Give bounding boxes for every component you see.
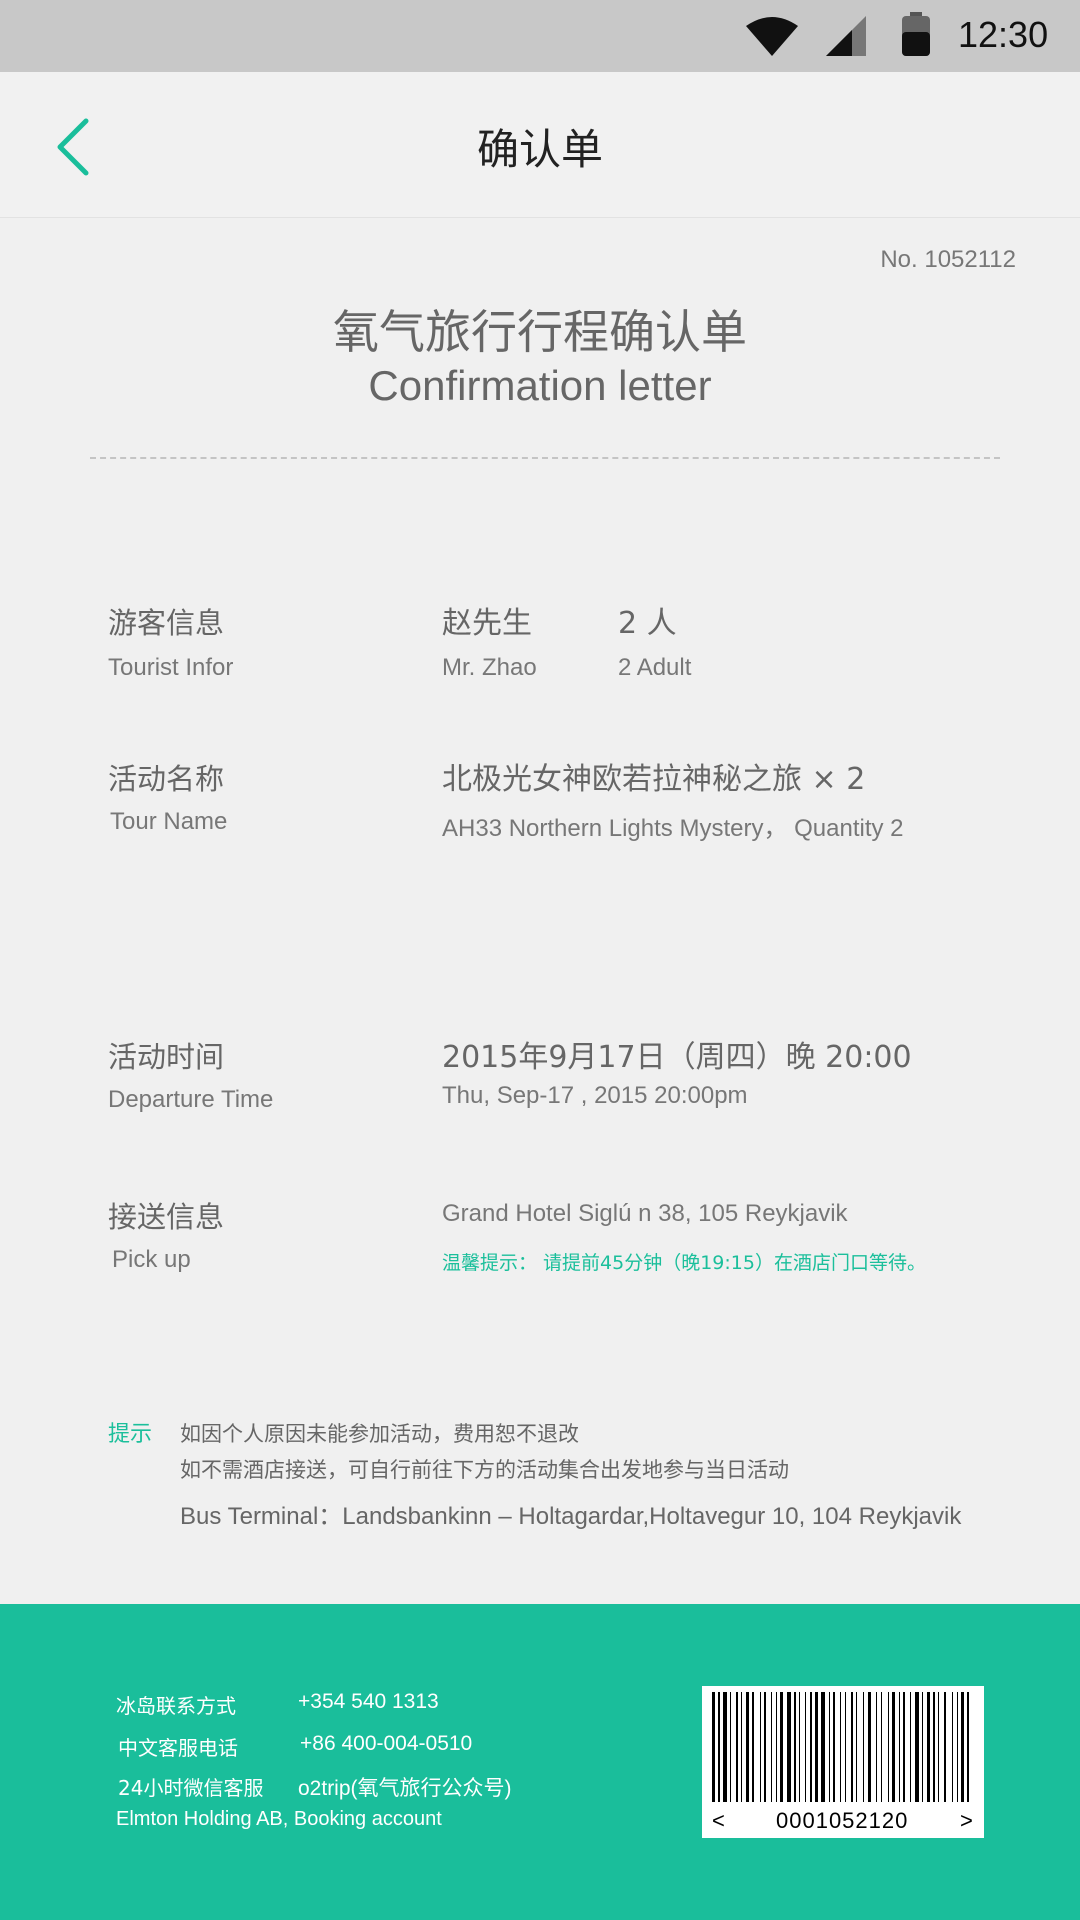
departure-value-en: Thu, Sep-17 , 2015 20:00pm	[442, 1082, 748, 1109]
tips-line-1: 如因个人原因未能参加活动，费用恕不退改	[180, 1422, 579, 1446]
barcode-right-marker: >	[960, 1808, 973, 1833]
barcode-bar	[938, 1692, 939, 1802]
barcode-bar	[840, 1692, 841, 1802]
barcode-bar	[967, 1692, 969, 1802]
barcode-bar	[764, 1692, 766, 1802]
barcode-bar	[760, 1692, 761, 1802]
tips-line-3: Bus Terminal：Landsbankinn – Holtagardar,…	[180, 1503, 962, 1530]
barcode-bar	[787, 1692, 791, 1802]
barcode-bar	[892, 1692, 895, 1802]
barcode-bar	[856, 1692, 857, 1802]
contact-label-iceland: 冰岛联系方式	[116, 1694, 236, 1718]
barcode-bar	[944, 1692, 946, 1802]
barcode-bar	[829, 1692, 830, 1802]
barcode-bar	[752, 1692, 754, 1802]
barcode-bar	[927, 1692, 930, 1802]
company-name: Elmton Holding AB, Booking account	[116, 1808, 442, 1830]
barcode-bar	[933, 1692, 935, 1802]
tourist-name-cn: 赵先生	[442, 606, 532, 641]
document-title-cn: 氧气旅行行程确认单	[333, 305, 747, 359]
battery-icon	[902, 12, 930, 56]
contact-value-iceland[interactable]: +354 540 1313	[298, 1690, 439, 1714]
document-number: No. 1052112	[880, 246, 1016, 273]
barcode-bar	[741, 1692, 742, 1802]
document-title-en: Confirmation letter	[368, 362, 712, 409]
barcode-bar	[730, 1692, 731, 1802]
barcode-bar	[910, 1692, 911, 1802]
contact-value-cn-service[interactable]: +86 400-004-0510	[300, 1732, 472, 1756]
pickup-address: Grand Hotel Siglú n 38, 105 Reykjavik	[442, 1200, 848, 1227]
barcode-bar	[833, 1692, 835, 1802]
pickup-note: 温馨提示： 请提前45分钟（晚19:15）在酒店门口等待。	[442, 1252, 926, 1274]
page-title: 确认单	[476, 125, 603, 174]
barcode-bar	[746, 1692, 749, 1802]
barcode-bar	[876, 1692, 877, 1802]
contact-label-cn-service: 中文客服电话	[118, 1736, 238, 1760]
tips-line-2: 如不需酒店接送，可自行前往下方的活动集合出发地参与当日活动	[180, 1458, 789, 1482]
barcode-bar	[868, 1692, 871, 1802]
contact-value-wechat: o2trip(氧气旅行公众号)	[298, 1777, 512, 1800]
barcode-bar	[805, 1692, 806, 1802]
tour-label-cn: 活动名称	[108, 762, 225, 796]
departure-label-en: Departure Time	[108, 1086, 274, 1113]
tourist-label-cn: 游客信息	[108, 606, 225, 640]
tour-label-en: Tour Name	[110, 808, 228, 835]
barcode-bar	[899, 1692, 900, 1802]
barcode-bar	[776, 1692, 777, 1802]
wifi-icon	[746, 17, 798, 56]
barcode-bar	[736, 1692, 738, 1802]
barcode-bar	[821, 1692, 825, 1802]
contact-footer: 冰岛联系方式 +354 540 1313 中文客服电话 +86 400-004-…	[0, 1604, 1080, 1920]
barcode-bar	[952, 1692, 953, 1802]
status-bar: 12:30	[0, 0, 1080, 72]
tourist-count-en: 2 Adult	[618, 654, 692, 681]
barcode-bar	[712, 1692, 715, 1802]
barcode-bar	[881, 1692, 882, 1802]
barcode-left-marker: <	[712, 1808, 725, 1833]
barcode-bar	[863, 1692, 864, 1802]
dashed-divider	[90, 457, 1000, 459]
pickup-label-cn: 接送信息	[108, 1200, 225, 1234]
barcode-bar	[780, 1692, 783, 1802]
barcode-bar	[888, 1692, 889, 1802]
barcode-bar	[961, 1692, 964, 1802]
barcode-bar	[771, 1692, 772, 1802]
departure-label-cn: 活动时间	[108, 1040, 225, 1074]
tourist-count-cn: 2 人	[618, 606, 677, 641]
tips-label: 提示	[108, 1422, 153, 1447]
barcode-bar	[957, 1692, 958, 1802]
barcode-bar	[922, 1692, 923, 1802]
tour-name-en: AH33 Northern Lights Mystery， Quantity 2	[442, 815, 904, 842]
barcode-bar	[815, 1692, 818, 1802]
barcode-bars	[712, 1692, 969, 1802]
barcode-bar	[799, 1692, 800, 1802]
signal-icon	[826, 16, 866, 56]
barcode-bar	[810, 1692, 812, 1802]
tourist-name-en: Mr. Zhao	[442, 654, 537, 681]
pickup-label-en: Pick up	[112, 1246, 191, 1273]
barcode-number: 0001052120	[776, 1808, 909, 1833]
status-time: 12:30	[958, 14, 1049, 55]
barcode-bar	[794, 1692, 796, 1802]
barcode: < 0001052120 >	[702, 1686, 984, 1838]
barcode-bar	[718, 1692, 720, 1802]
tourist-label-en: Tourist Infor	[108, 654, 234, 681]
departure-value-cn: 2015年9月17日（周四）晚 20:00	[442, 1040, 912, 1075]
barcode-bar	[723, 1692, 727, 1802]
contact-label-wechat: 24小时微信客服	[118, 1776, 264, 1800]
nav-bar: 确认单	[0, 72, 1080, 218]
barcode-bar	[903, 1692, 905, 1802]
barcode-bar	[851, 1692, 853, 1802]
tour-name-cn: 北极光女神欧若拉神秘之旅 × 2	[442, 762, 866, 797]
barcode-bar	[845, 1692, 846, 1802]
barcode-bar	[915, 1692, 919, 1802]
